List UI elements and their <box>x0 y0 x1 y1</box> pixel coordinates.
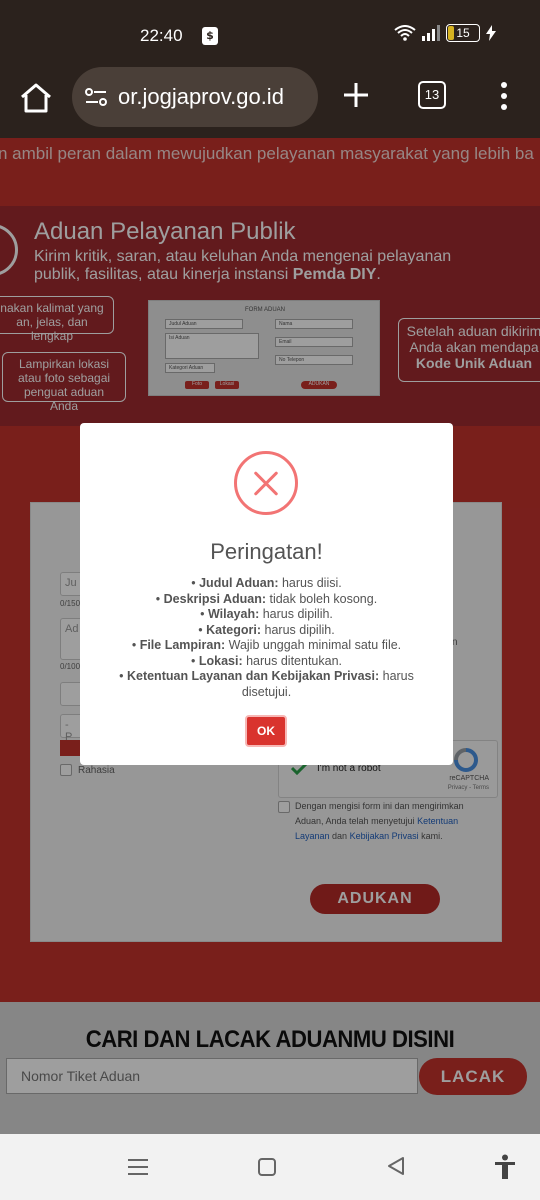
error-text: harus dipilih. <box>261 622 335 637</box>
signal-icon <box>422 25 440 41</box>
status-icons: 15 <box>394 24 496 42</box>
error-text: harus ditentukan. <box>242 653 342 668</box>
error-item: • Wilayah: harus dipilih. <box>200 607 333 621</box>
tab-switcher-button[interactable]: 13 <box>418 81 446 109</box>
error-label: Kategori: <box>206 622 262 637</box>
error-item: • Ketentuan Layanan dan Kebijakan Privas… <box>119 669 414 699</box>
dialog-title: Peringatan! <box>210 539 323 564</box>
home-icon[interactable] <box>18 80 54 116</box>
error-item: • Judul Aduan: harus diisi. <box>191 576 342 590</box>
error-item: • File Lampiran: Wajib unggah minimal sa… <box>131 638 402 652</box>
error-label: File Lampiran: <box>139 638 226 652</box>
error-item: • Deskripsi Aduan: tidak boleh kosong. <box>155 591 378 606</box>
status-bar: 22:40 $ 15 <box>0 0 540 62</box>
system-navigation-bar <box>0 1134 540 1200</box>
new-tab-icon[interactable] <box>340 79 372 111</box>
error-text: Wajib unggah minimal satu file. <box>225 638 402 652</box>
error-label: Ketentuan Layanan dan Kebijakan Privasi: <box>126 669 380 683</box>
error-label: Wilayah: <box>207 607 260 621</box>
error-text: tidak boleh kosong. <box>266 591 378 606</box>
error-label: Deskripsi Aduan: <box>163 591 266 606</box>
error-item: • Lokasi: harus ditentukan. <box>191 653 342 668</box>
address-bar[interactable]: or.jogjaprov.go.id <box>72 67 318 127</box>
error-item: • Kategori: harus dipilih. <box>198 622 335 637</box>
wifi-icon <box>394 25 416 41</box>
error-text: harus dipilih. <box>259 607 333 621</box>
battery-level: 15 <box>456 26 470 40</box>
error-label: Lokasi: <box>198 653 243 668</box>
error-label: Judul Aduan: <box>199 576 279 590</box>
validation-errors: • Judul Aduan: harus diisi. • Deskripsi … <box>100 576 433 700</box>
ok-button[interactable]: OK <box>245 715 287 747</box>
home-nav-icon[interactable] <box>258 1158 276 1176</box>
accessibility-icon[interactable] <box>494 1154 516 1180</box>
shopping-bag-icon: $ <box>202 27 218 45</box>
recent-apps-icon[interactable] <box>128 1158 148 1176</box>
browser-toolbar: or.jogjaprov.go.id 13 <box>0 62 540 138</box>
clock: 22:40 <box>140 26 183 45</box>
site-settings-icon[interactable] <box>84 85 108 109</box>
warning-dialog: Peringatan! • Judul Aduan: harus diisi. … <box>80 423 453 765</box>
more-options-icon[interactable] <box>494 80 514 112</box>
charging-icon <box>486 25 496 41</box>
battery-icon: 15 <box>446 24 480 42</box>
error-text: harus diisi. <box>278 576 342 590</box>
url-text[interactable]: or.jogjaprov.go.id <box>118 84 308 110</box>
back-icon[interactable] <box>386 1156 406 1176</box>
error-x-icon <box>234 451 298 515</box>
